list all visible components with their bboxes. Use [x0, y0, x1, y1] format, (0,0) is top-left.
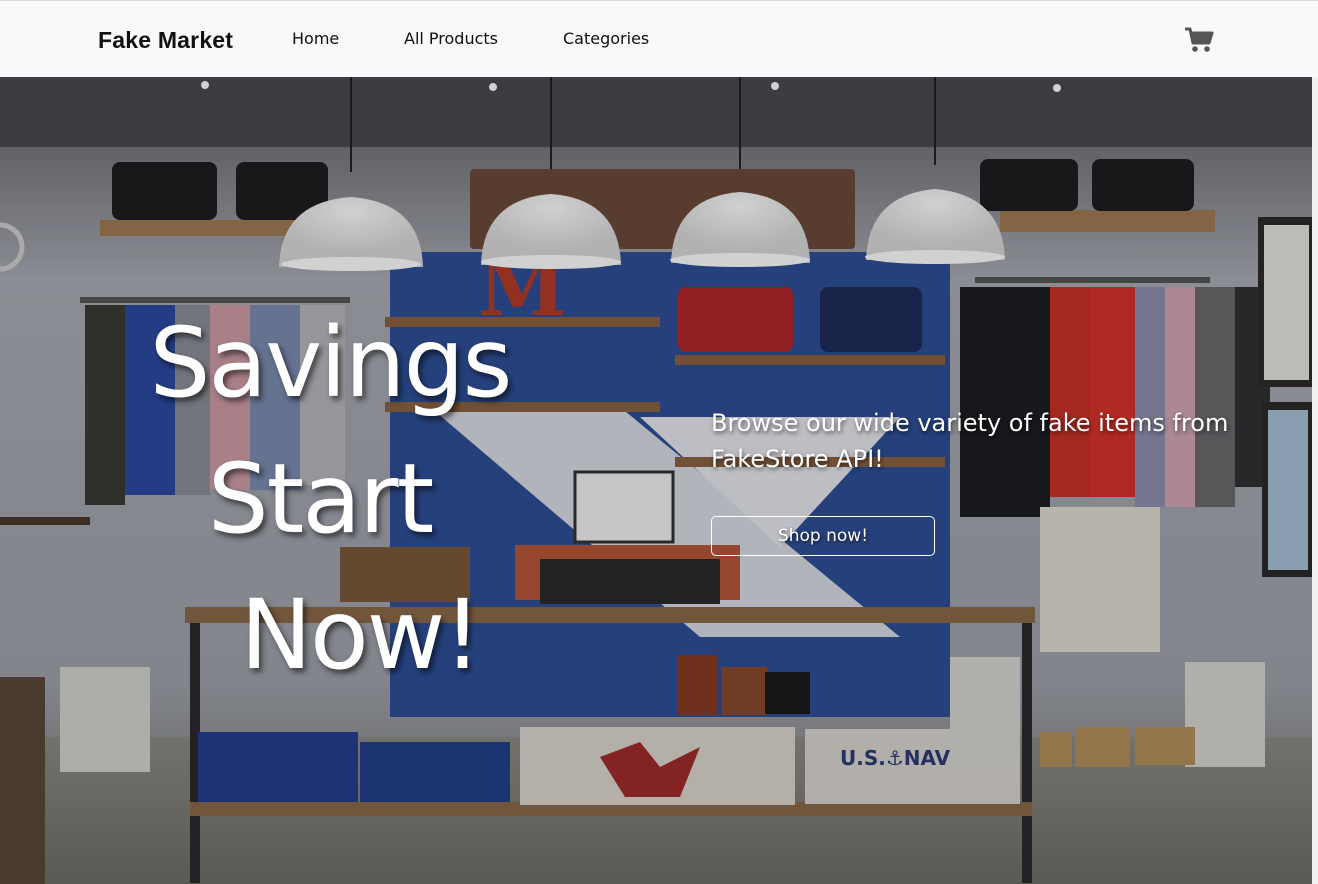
hero-subtitle: Browse our wide variety of fake items fr…: [711, 409, 1229, 473]
hero-edge: [1312, 77, 1318, 884]
nav-link-home[interactable]: Home: [292, 29, 339, 48]
hero-title: Savings Start Now!: [60, 295, 600, 703]
hero-banner: M U.S.⚓NAVY Savings Start Now! Browse ou…: [0, 77, 1318, 884]
brand-logo-text[interactable]: Fake Market: [98, 27, 233, 54]
shop-now-button[interactable]: Shop now!: [711, 516, 935, 556]
nav-link-categories[interactable]: Categories: [563, 29, 649, 48]
shopping-cart-icon[interactable]: [1184, 27, 1214, 53]
nav-link-all-products[interactable]: All Products: [404, 29, 498, 48]
hero-title-line-1: Savings: [149, 307, 512, 419]
hero-title-line-3: Now!: [240, 579, 482, 691]
hero-title-line-2: Start: [207, 443, 435, 555]
navbar: Fake Market Home All Products Categories: [0, 0, 1318, 77]
